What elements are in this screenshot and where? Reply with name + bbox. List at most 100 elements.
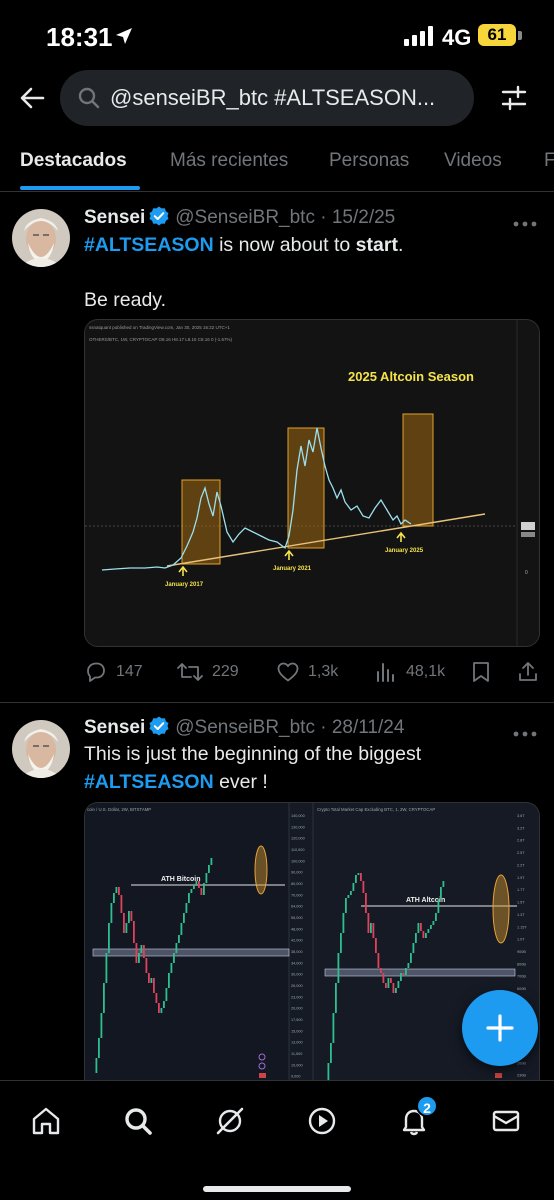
candle bbox=[123, 913, 125, 933]
plus-icon bbox=[486, 1014, 514, 1042]
axis-tick-label: 140,000 bbox=[291, 814, 305, 818]
views-button[interactable]: 48,1k bbox=[374, 660, 445, 684]
author-handle[interactable]: @SenseiBR_btc bbox=[175, 717, 315, 738]
axis-tick-label: 130,000 bbox=[291, 825, 305, 829]
hashtag-link[interactable]: #ALTSEASON bbox=[84, 234, 214, 256]
tab-videos[interactable]: Videos bbox=[444, 150, 502, 172]
hashtag-link[interactable]: #ALTSEASON bbox=[84, 771, 214, 793]
candle bbox=[175, 943, 178, 953]
reply-button[interactable]: 147 bbox=[84, 660, 143, 684]
candle bbox=[385, 983, 387, 988]
candle bbox=[205, 873, 208, 883]
candle bbox=[362, 881, 365, 893]
search-results-screen: 18:31 4G 61 @senseiBR_btc #ALTSEASON... … bbox=[0, 0, 554, 1200]
author-name[interactable]: Sensei bbox=[84, 207, 145, 228]
candle bbox=[150, 978, 153, 983]
compose-post-button[interactable] bbox=[462, 990, 538, 1066]
candle bbox=[430, 925, 432, 929]
tweet-date[interactable]: 28/11/24 bbox=[332, 717, 405, 738]
separator-dot: · bbox=[314, 717, 332, 738]
axis-tick-label: 700B bbox=[517, 975, 526, 979]
status-time: 18:31 bbox=[46, 22, 113, 52]
nav-search[interactable] bbox=[118, 1101, 158, 1141]
axis-tick-label: 1.3T bbox=[517, 913, 525, 917]
repost-button[interactable]: 229 bbox=[176, 660, 239, 684]
axis-tick-label: 13,000 bbox=[291, 1041, 303, 1045]
author-handle[interactable]: @SenseiBR_btc bbox=[175, 207, 315, 228]
tweet-date[interactable]: 15/2/25 bbox=[332, 207, 395, 228]
axis-tick-label: 2.2T bbox=[517, 863, 525, 867]
nav-home[interactable] bbox=[26, 1101, 66, 1141]
axis-tick-label: 800B bbox=[517, 962, 526, 966]
axis-tick-label: 30,000 bbox=[291, 973, 303, 977]
battery-level: 61 bbox=[478, 24, 516, 46]
candle bbox=[435, 913, 437, 921]
candle bbox=[377, 953, 380, 968]
candle bbox=[180, 923, 183, 935]
back-button[interactable] bbox=[12, 78, 52, 118]
views-count: 48,1k bbox=[406, 663, 446, 680]
status-bar: 18:31 4G 61 bbox=[0, 0, 554, 70]
notifications-badge: 2 bbox=[416, 1095, 438, 1117]
nav-videos[interactable] bbox=[302, 1101, 342, 1141]
share-button[interactable] bbox=[516, 660, 540, 684]
candle bbox=[193, 885, 195, 889]
more-options-button[interactable] bbox=[512, 725, 538, 745]
tab-overflow[interactable]: F bbox=[544, 150, 554, 172]
candle bbox=[382, 973, 385, 983]
active-tab-indicator bbox=[20, 186, 140, 190]
author-name[interactable]: Sensei bbox=[84, 717, 145, 738]
candle bbox=[417, 923, 420, 933]
tweet-image-chart[interactable]: ssnatquant published on TradingView.com,… bbox=[84, 319, 540, 647]
candle bbox=[195, 881, 198, 885]
nav-notifications[interactable]: 2 bbox=[394, 1095, 438, 1141]
nav-grok[interactable] bbox=[210, 1101, 250, 1141]
search-input[interactable]: @senseiBR_btc #ALTSEASON... bbox=[60, 70, 474, 126]
views-chart-icon bbox=[377, 663, 394, 682]
candle bbox=[395, 988, 397, 993]
tab-destacados[interactable]: Destacados bbox=[20, 150, 127, 172]
candle bbox=[432, 921, 435, 925]
axis-tick-label: 100,000 bbox=[291, 859, 305, 863]
bookmark-button[interactable] bbox=[470, 660, 492, 684]
like-button[interactable]: 1,3k bbox=[276, 660, 338, 684]
axis-tick-label: 64,000 bbox=[291, 905, 303, 909]
text-line: Be ready. bbox=[84, 289, 167, 311]
candle bbox=[100, 1013, 103, 1038]
repost-count: 229 bbox=[212, 663, 239, 680]
axis-tick-label: 1.5T bbox=[517, 901, 525, 905]
more-options-button[interactable] bbox=[512, 215, 538, 235]
candle bbox=[405, 968, 407, 975]
tab-mas-recientes[interactable]: Más recientes bbox=[170, 150, 288, 172]
candle bbox=[427, 929, 430, 933]
chart-title: 2025 Altcoin Season bbox=[348, 369, 474, 384]
candle bbox=[130, 911, 133, 921]
candle bbox=[108, 923, 110, 953]
candle bbox=[337, 953, 340, 983]
candle bbox=[332, 1013, 335, 1043]
avatar[interactable] bbox=[12, 209, 70, 267]
candle bbox=[135, 943, 138, 963]
axis-tick-label: 2.5T bbox=[517, 851, 525, 855]
avatar[interactable] bbox=[12, 720, 70, 778]
candle bbox=[415, 933, 417, 943]
tweet[interactable]: Sensei @SenseiBR_btc · 15/2/25 #ALTSEASON… bbox=[0, 193, 554, 703]
candle bbox=[425, 933, 427, 938]
candle bbox=[160, 1008, 163, 1013]
home-indicator bbox=[203, 1186, 351, 1192]
candle bbox=[198, 881, 200, 888]
text-segment: ever ! bbox=[213, 771, 268, 793]
bookmark-icon bbox=[473, 662, 489, 682]
network-type: 4G bbox=[442, 25, 472, 50]
text-line: This is just the beginning of the bigges… bbox=[84, 743, 422, 765]
axis-tick-label: 56,000 bbox=[291, 916, 303, 920]
candle bbox=[412, 943, 415, 953]
axis-tick-label: 3.2T bbox=[517, 826, 525, 830]
search-header: @senseiBR_btc #ALTSEASON... bbox=[0, 70, 554, 128]
candle bbox=[120, 895, 123, 913]
nav-messages[interactable] bbox=[486, 1101, 526, 1141]
search-filter-button[interactable] bbox=[494, 78, 534, 118]
axis-tick-label: 48,000 bbox=[291, 927, 303, 931]
tab-personas[interactable]: Personas bbox=[329, 150, 409, 172]
text-bold: start bbox=[355, 234, 398, 256]
